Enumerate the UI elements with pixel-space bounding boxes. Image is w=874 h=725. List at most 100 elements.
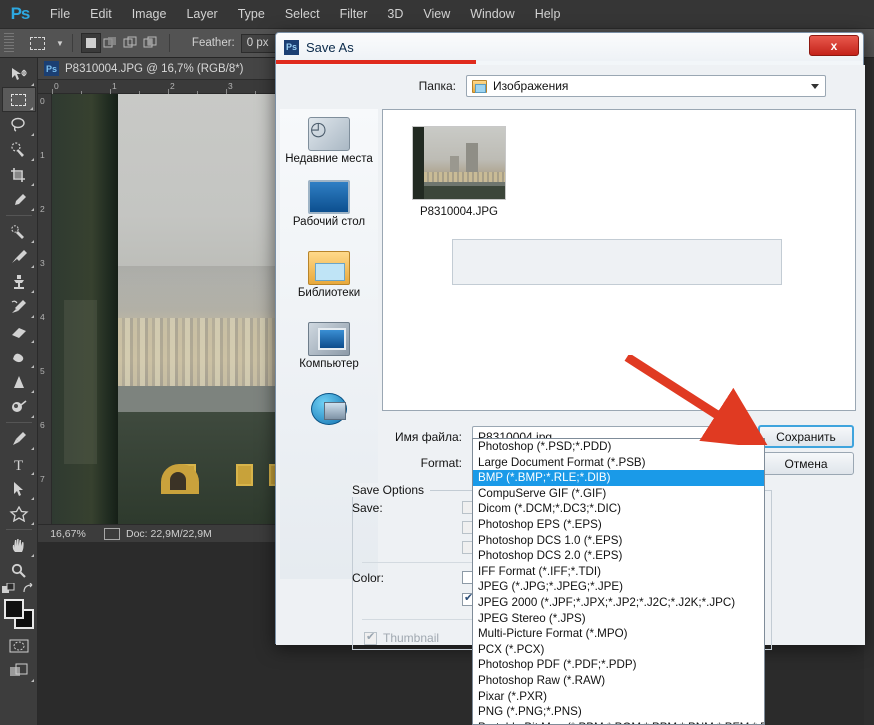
vertical-ruler: 0 1 2 3 4 5 6 7 [38,94,52,524]
quick-selection-tool-icon[interactable] [2,137,36,162]
save-label: Save: [352,501,383,515]
format-option[interactable]: PCX (*.PCX) [473,642,764,658]
ruler-h-tick: 2 [170,81,175,91]
menu-file[interactable]: File [40,0,80,28]
format-option[interactable]: Portable Bit Map (*.PBM;*.PGM;*.PPM;*.PN… [473,720,764,724]
format-option[interactable]: Dicom (*.DCM;*.DC3;*.DIC) [473,501,764,517]
menu-layer[interactable]: Layer [176,0,227,28]
chevron-down-icon[interactable]: ▼ [56,39,64,48]
menu-view[interactable]: View [413,0,460,28]
path-selection-tool-icon[interactable] [2,476,36,501]
place-label: Компьютер [299,358,359,370]
place-network[interactable] [280,371,378,425]
new-selection-button[interactable] [80,33,101,53]
format-option[interactable]: Multi-Picture Format (*.MPO) [473,626,764,642]
foreground-color-swatch[interactable] [3,599,24,619]
quick-action-icons [0,583,37,595]
cancel-button[interactable]: Отмена [758,452,854,475]
thumbnail-label: Thumbnail [383,631,440,645]
format-option[interactable]: Photoshop (*.PSD;*.PDD) [473,439,764,455]
svg-text:T: T [14,458,23,472]
move-tool-icon[interactable] [2,62,36,87]
document-info-icon[interactable] [104,527,120,540]
dodge-tool-icon[interactable] [2,394,36,419]
rectangular-marquee-icon[interactable] [24,32,50,54]
blur-tool-icon[interactable] [2,369,36,394]
right-scrollbar[interactable] [864,58,874,725]
format-option[interactable]: Photoshop DCS 2.0 (*.EPS) [473,548,764,564]
thumbnail-checkbox[interactable] [364,630,377,645]
brush-tool-icon[interactable] [2,244,36,269]
format-option[interactable]: Large Document Format (*.PSB) [473,455,764,471]
menu-edit[interactable]: Edit [80,0,122,28]
place-desktop[interactable]: Рабочий стол [280,166,378,229]
title-underline-accent [276,60,476,64]
menu-window[interactable]: Window [460,0,524,28]
color-swatches[interactable] [2,599,36,631]
divider [168,34,170,52]
color-label: Color: [352,571,385,585]
place-computer[interactable]: Компьютер [280,300,378,371]
place-libraries[interactable]: Библиотеки [280,229,378,300]
format-option[interactable]: JPEG 2000 (*.JPF;*.JPX;*.JP2;*.J2C;*.J2K… [473,595,764,611]
screen: Ps File Edit Image Layer Type Select Fil… [0,0,874,725]
gradient-tool-icon[interactable] [2,344,36,369]
divider [71,34,73,52]
history-brush-tool-icon[interactable] [2,294,36,319]
save-button[interactable]: Сохранить [758,425,854,448]
clone-stamp-tool-icon[interactable] [2,269,36,294]
menu-select[interactable]: Select [275,0,330,28]
chevron-down-icon[interactable] [811,84,819,89]
save-options-title: Save Options [352,483,431,497]
ruler-v-tick: 4 [40,312,45,322]
place-label: Библиотеки [297,287,361,299]
menu-filter[interactable]: Filter [330,0,378,28]
folder-combo[interactable]: Изображения [466,75,826,97]
hand-tool-icon[interactable] [2,533,36,558]
menu-help[interactable]: Help [525,0,571,28]
pictures-folder-icon [472,79,487,93]
spot-healing-brush-tool-icon[interactable] [2,219,36,244]
intersect-with-selection-button[interactable] [141,33,161,53]
format-option-selected[interactable]: BMP (*.BMP;*.RLE;*.DIB) [473,470,764,486]
dialog-title-bar[interactable]: Ps Save As x [276,33,863,64]
quick-mask-mode-icon[interactable] [2,633,36,658]
pen-tool-icon[interactable] [2,426,36,451]
format-option[interactable]: IFF Format (*.IFF;*.TDI) [473,564,764,580]
screen-mode-icon[interactable] [2,658,36,683]
menu-image[interactable]: Image [122,0,177,28]
menu-3d[interactable]: 3D [377,0,413,28]
custom-shape-tool-icon[interactable] [2,501,36,526]
format-option[interactable]: Photoshop DCS 1.0 (*.EPS) [473,533,764,549]
rectangular-marquee-tool-icon[interactable] [1,87,36,112]
swap-colors-icon[interactable] [22,583,36,595]
horizontal-type-tool-icon[interactable]: T [2,451,36,476]
crop-tool-icon[interactable] [2,162,36,187]
zoom-level[interactable]: 16,67% [38,528,98,540]
ruler-v-tick: 5 [40,366,45,376]
format-option[interactable]: CompuServe GIF (*.GIF) [473,486,764,502]
eyedropper-tool-icon[interactable] [2,187,36,212]
menu-type[interactable]: Type [228,0,275,28]
zoom-tool-icon[interactable] [2,558,36,583]
format-option[interactable]: Pixar (*.PXR) [473,689,764,705]
place-label: Недавние места [285,153,373,165]
format-option[interactable]: JPEG (*.JPG;*.JPEG;*.JPE) [473,579,764,595]
format-option[interactable]: Photoshop Raw (*.RAW) [473,673,764,689]
folder-row: Папка: Изображения [276,73,865,99]
file-item[interactable]: P8310004.JPG [399,126,519,218]
close-icon[interactable]: x [809,35,859,56]
format-option[interactable]: Photoshop PDF (*.PDF;*.PDP) [473,657,764,673]
place-recent[interactable]: Недавние места [280,109,378,166]
format-dropdown-list[interactable]: Photoshop (*.PSD;*.PDD) Large Document F… [472,438,765,725]
default-colors-icon[interactable] [1,583,16,595]
options-bar-grip[interactable] [4,33,14,53]
document-image[interactable] [52,94,288,524]
lasso-tool-icon[interactable] [2,112,36,137]
add-to-selection-button[interactable] [101,33,121,53]
format-option[interactable]: JPEG Stereo (*.JPS) [473,611,764,627]
format-option[interactable]: PNG (*.PNG;*.PNS) [473,704,764,720]
subtract-from-selection-button[interactable] [121,33,141,53]
eraser-tool-icon[interactable] [2,319,36,344]
format-option[interactable]: Photoshop EPS (*.EPS) [473,517,764,533]
